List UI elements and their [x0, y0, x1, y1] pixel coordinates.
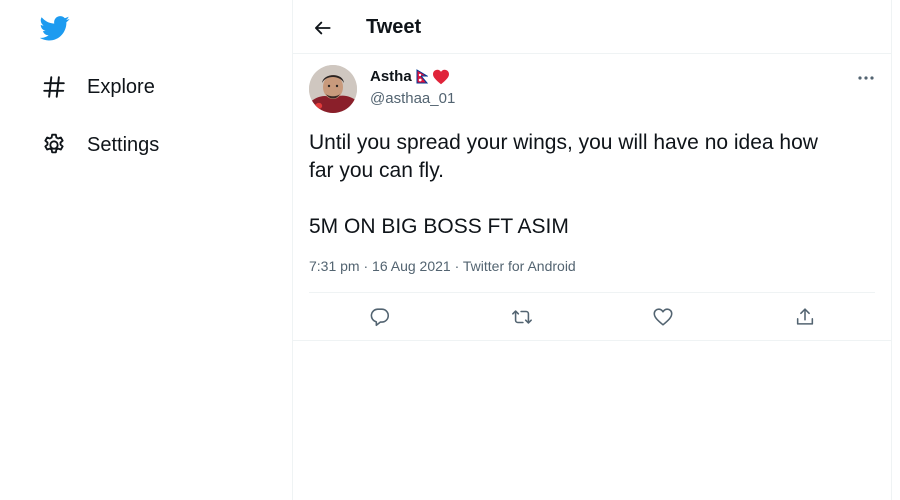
hashtag-icon — [40, 73, 68, 101]
tweet-text-line: 5M ON BIG BOSS FT ASIM — [309, 215, 569, 238]
divider — [309, 292, 875, 293]
like-button[interactable] — [650, 304, 676, 330]
nepal-flag-icon — [416, 69, 428, 84]
twitter-app: Explore Settings Tweet Astha @asthaa_01 … — [0, 0, 900, 500]
tweet-time[interactable]: 7:31 pm — [309, 258, 360, 274]
reply-icon — [370, 308, 390, 327]
sidebar-item-label: Settings — [87, 133, 160, 156]
retweet-icon — [512, 310, 532, 324]
main-column: Tweet Astha @asthaa_01 Until you spread … — [292, 0, 892, 500]
share-icon — [796, 308, 814, 325]
sidebar-item-settings[interactable]: Settings — [40, 131, 159, 159]
author-name: Astha — [370, 68, 412, 85]
red-heart-icon — [432, 69, 449, 84]
author-name-row[interactable]: Astha — [370, 68, 450, 85]
tweet-text-line: far you can fly. — [309, 159, 445, 182]
like-icon — [653, 308, 673, 326]
share-button[interactable] — [792, 304, 818, 330]
sidebar: Explore Settings — [0, 0, 292, 500]
retweet-button[interactable] — [509, 304, 535, 330]
page-header: Tweet — [293, 0, 891, 54]
back-button[interactable] — [309, 14, 337, 42]
avatar[interactable] — [309, 65, 357, 113]
tweet-source[interactable]: Twitter for Android — [463, 258, 576, 274]
meta-separator: · — [450, 258, 463, 274]
sidebar-item-label: Explore — [87, 75, 155, 98]
more-icon — [858, 76, 874, 80]
back-arrow-icon — [315, 21, 331, 35]
tweet-meta: 7:31 pm · 16 Aug 2021 · Twitter for Andr… — [309, 258, 576, 274]
more-options-button[interactable] — [855, 68, 877, 88]
reply-button[interactable] — [367, 304, 393, 330]
twitter-logo-icon[interactable] — [39, 13, 70, 43]
author-handle[interactable]: @asthaa_01 — [370, 90, 455, 107]
meta-separator: · — [359, 258, 373, 274]
tweet-detail: Astha @asthaa_01 Until you spread your w… — [293, 54, 891, 341]
tweet-date[interactable]: 16 Aug 2021 — [372, 258, 451, 274]
tweet-text-line: Until you spread your wings, you will ha… — [309, 131, 818, 154]
page-title: Tweet — [366, 16, 422, 38]
gear-icon — [40, 131, 68, 159]
sidebar-item-explore[interactable]: Explore — [40, 73, 155, 101]
